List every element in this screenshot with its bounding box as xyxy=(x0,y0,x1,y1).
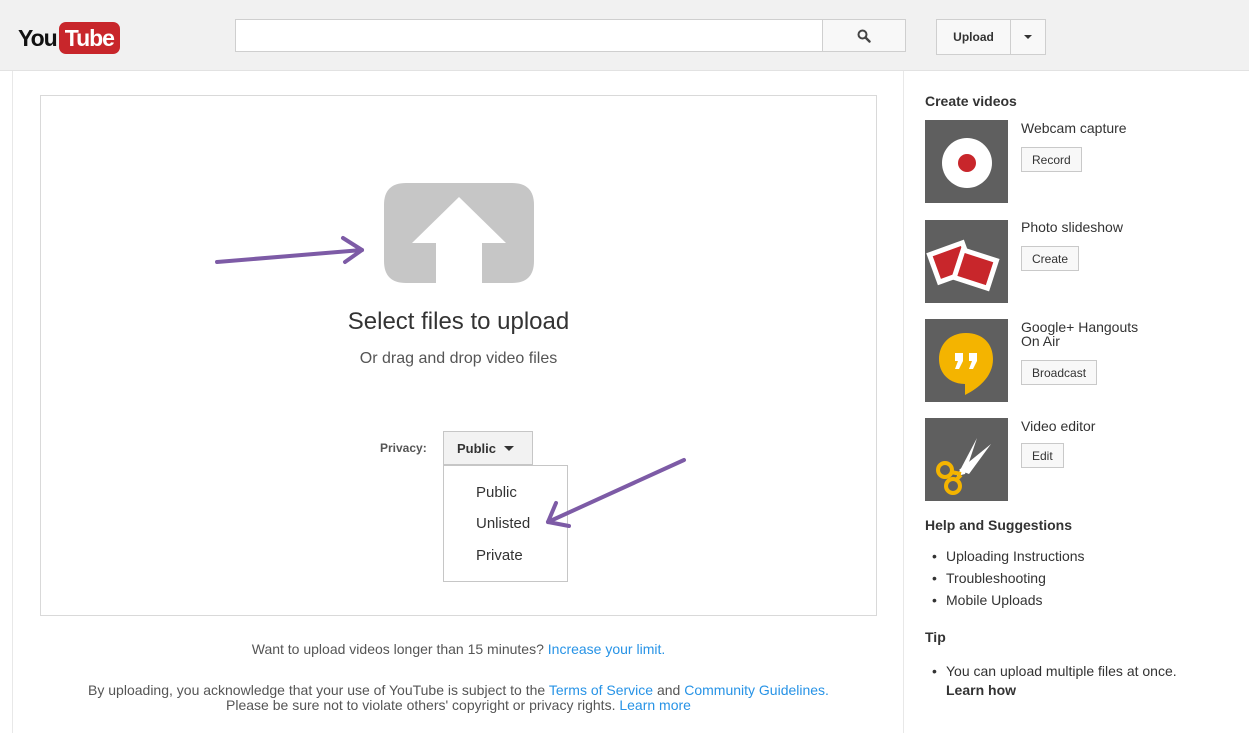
edit-button[interactable]: Edit xyxy=(1021,443,1064,468)
scissors-icon xyxy=(936,438,991,495)
learn-how-link[interactable]: Learn how xyxy=(946,682,1016,698)
webcam-thumbnail[interactable] xyxy=(925,120,1008,203)
hangouts-thumbnail[interactable] xyxy=(925,319,1008,402)
list-item[interactable]: • Uploading Instructions xyxy=(932,545,1085,567)
record-icon xyxy=(942,138,992,188)
bullet: • xyxy=(932,570,937,586)
record-button[interactable]: Record xyxy=(1021,147,1082,172)
hangouts-label-line2: On Air xyxy=(1021,333,1060,349)
hangouts-label: Google+ Hangouts On Air xyxy=(1021,320,1138,348)
list-item: • You can upload multiple files at once. xyxy=(932,660,1177,682)
photo-slideshow-icon xyxy=(926,239,1000,292)
tip-heading: Tip xyxy=(925,629,946,645)
video-editor-label: Video editor xyxy=(1021,418,1096,434)
bullet: • xyxy=(932,548,937,564)
list-item[interactable]: • Troubleshooting xyxy=(932,567,1085,589)
annotation-arrow-upload xyxy=(215,236,364,264)
create-videos-heading: Create videos xyxy=(925,93,1017,109)
create-button[interactable]: Create xyxy=(1021,246,1080,271)
help-link-mobile-uploads[interactable]: Mobile Uploads xyxy=(946,589,1043,611)
webcam-capture-label: Webcam capture xyxy=(1021,120,1127,136)
help-heading: Help and Suggestions xyxy=(925,517,1073,533)
tip-list: • You can upload multiple files at once. xyxy=(932,660,1177,682)
broadcast-button[interactable]: Broadcast xyxy=(1021,360,1098,385)
bullet: • xyxy=(932,592,937,608)
video-editor-thumbnail[interactable] xyxy=(925,418,1008,501)
list-item[interactable]: • Mobile Uploads xyxy=(932,589,1085,611)
help-list: • Uploading Instructions • Troubleshooting… xyxy=(932,545,1085,611)
slideshow-thumbnail[interactable] xyxy=(925,220,1008,303)
photo-slideshow-label: Photo slideshow xyxy=(1021,219,1123,235)
hangouts-icon xyxy=(939,333,993,395)
annotation-arrow-unlisted xyxy=(546,458,686,528)
tip-text: You can upload multiple files at once. xyxy=(946,663,1177,679)
bullet: • xyxy=(932,663,937,679)
help-link-uploading-instructions[interactable]: Uploading Instructions xyxy=(946,545,1085,567)
help-link-troubleshooting[interactable]: Troubleshooting xyxy=(946,567,1046,589)
hangouts-label-line1: Google+ Hangouts xyxy=(1021,319,1139,335)
